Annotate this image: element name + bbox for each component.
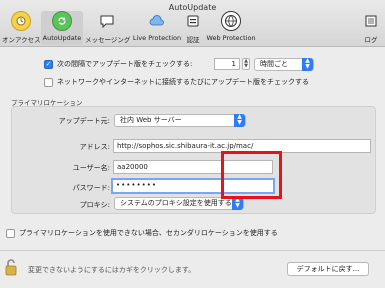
tab-auth[interactable]: 認証 <box>183 11 203 45</box>
proxy-value: システムのプロキシ設定を使用する <box>120 199 232 207</box>
tab-on-access[interactable]: オンアクセス <box>2 11 41 45</box>
on-access-icon <box>11 11 31 31</box>
source-select[interactable]: 社内 Web サーバー ▲ ▼ <box>114 114 246 127</box>
autoupdate-icon <box>52 11 72 31</box>
tab-web-protection-label: Web Protection <box>206 34 256 42</box>
network-check-row: ネットワークやインターネットに接続するたびにアップデート版をチェックする <box>44 77 309 87</box>
network-check-checkbox[interactable] <box>44 77 53 87</box>
lock-text: 変更できないようにするにはカギをクリックします。 <box>28 266 196 274</box>
source-label: アップデート元: <box>58 117 110 125</box>
interval-input[interactable]: 1 <box>214 58 240 70</box>
tab-messaging[interactable]: メッセージング <box>85 11 131 45</box>
secondary-row: プライマリロケーションを使用できない場合、セカンダリロケーションを使用する <box>6 228 278 238</box>
proxy-label: プロキシ: <box>79 201 110 209</box>
tab-autoupdate[interactable]: AutoUpdate <box>41 11 83 45</box>
tab-web-protection[interactable]: Web Protection <box>205 11 257 45</box>
network-check-label: ネットワークやインターネットに接続するたびにアップデート版をチェックする <box>57 78 309 86</box>
interval-stepper[interactable]: ▲ ▼ <box>242 58 250 70</box>
chevron-updown-icon: ▲ ▼ <box>234 114 245 127</box>
log-icon <box>361 11 381 31</box>
tab-live-protection-label: Live Protection <box>132 34 182 42</box>
schedule-label: 次の間隔でアップデート版をチェックする: <box>57 60 193 68</box>
tab-messaging-label: メッセージング <box>85 36 131 44</box>
address-label: アドレス: <box>79 143 110 151</box>
annotation-highlight-box <box>221 151 282 199</box>
schedule-checkbox[interactable]: ✓ <box>44 59 53 69</box>
messaging-icon <box>97 11 117 31</box>
chevron-updown-icon: ▲ ▼ <box>302 58 313 71</box>
footer-divider <box>0 250 385 251</box>
toolbar: AutoUpdate オンアクセス AutoUpdate メッセージング Liv… <box>0 0 385 47</box>
schedule-row: ✓ 次の間隔でアップデート版をチェックする: <box>44 59 192 69</box>
interval-unit-select[interactable]: 時間ごと ▲ ▼ <box>254 58 314 71</box>
tab-live-protection[interactable]: Live Protection <box>132 11 182 45</box>
lock-icon[interactable] <box>4 257 18 277</box>
auth-icon <box>183 11 203 31</box>
secondary-checkbox[interactable] <box>6 228 15 238</box>
live-protection-icon <box>147 11 167 31</box>
tab-autoupdate-label: AutoUpdate <box>42 34 82 42</box>
source-value: 社内 Web サーバー <box>120 116 182 124</box>
web-protection-icon <box>221 11 241 31</box>
username-label: ユーザー名: <box>72 164 110 172</box>
interval-unit-value: 時間ごと <box>260 60 288 68</box>
tab-on-access-label: オンアクセス <box>2 36 41 44</box>
tab-auth-label: 認証 <box>186 36 200 44</box>
tab-log[interactable]: ログ <box>360 11 382 45</box>
secondary-label: プライマリロケーションを使用できない場合、セカンダリロケーションを使用する <box>19 229 278 237</box>
restore-defaults-button[interactable]: デフォルトに戻す... <box>287 262 369 276</box>
password-label: パスワード: <box>72 184 110 192</box>
preferences-window: AutoUpdate オンアクセス AutoUpdate メッセージング Liv… <box>0 0 385 288</box>
tab-log-label: ログ <box>364 36 378 44</box>
